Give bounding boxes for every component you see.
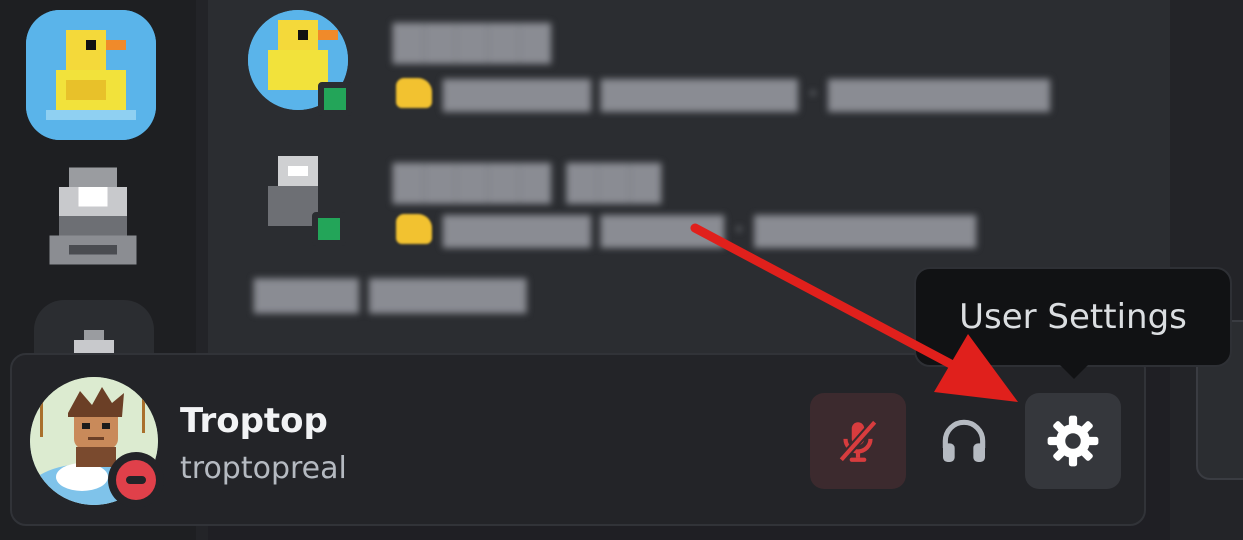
status-online-indicator — [318, 82, 352, 116]
user-username: troptopreal — [180, 451, 347, 486]
gear-icon — [1047, 415, 1099, 467]
activity-icon — [396, 214, 432, 244]
tooltip: User Settings — [914, 267, 1232, 367]
server-icon-mono[interactable] — [38, 158, 148, 274]
dm-activity-blurred: ▇▇▇▇▇▇ ▇▇▇▇▇▇▇▇ · ▇▇▇▇▇▇▇▇▇ — [443, 74, 1050, 112]
dm-name-blurred: ▇▇▇▇▇ — [393, 18, 552, 64]
deafen-button[interactable] — [918, 393, 1010, 489]
server-icon-duck[interactable] — [26, 10, 156, 140]
server-icon-partial[interactable] — [34, 300, 154, 360]
dm-activity-blurred: ▇▇▇▇▇▇ ▇▇▇▇▇ · ▇▇▇▇▇▇▇▇▇ — [443, 210, 976, 248]
tooltip-arrow — [1060, 365, 1088, 379]
microphone-muted-icon — [838, 419, 878, 463]
mute-button[interactable] — [810, 393, 906, 489]
tooltip-text: User Settings — [959, 297, 1187, 337]
user-display-name: Troptop — [180, 401, 328, 441]
headphones-icon — [942, 419, 986, 462]
status-dnd-indicator — [108, 452, 164, 508]
app-window: ▇▇▇▇▇ ▇▇▇▇▇▇ ▇▇▇▇▇▇▇▇ · ▇▇▇▇▇▇▇▇▇ ▇▇▇▇▇ … — [0, 0, 1243, 540]
dnd-icon — [116, 460, 156, 500]
user-settings-button[interactable] — [1025, 393, 1121, 489]
dm-name-blurred: ▇▇▇▇▇ ▇▇▇ — [393, 158, 663, 204]
dnd-bar — [126, 476, 146, 484]
activity-icon — [396, 78, 432, 108]
dm-section-blurred: ▇▇▇▇ ▇▇▇▇▇▇ — [254, 274, 527, 314]
user-panel: Troptop troptopreal — [10, 353, 1146, 526]
status-online-indicator — [312, 212, 346, 246]
